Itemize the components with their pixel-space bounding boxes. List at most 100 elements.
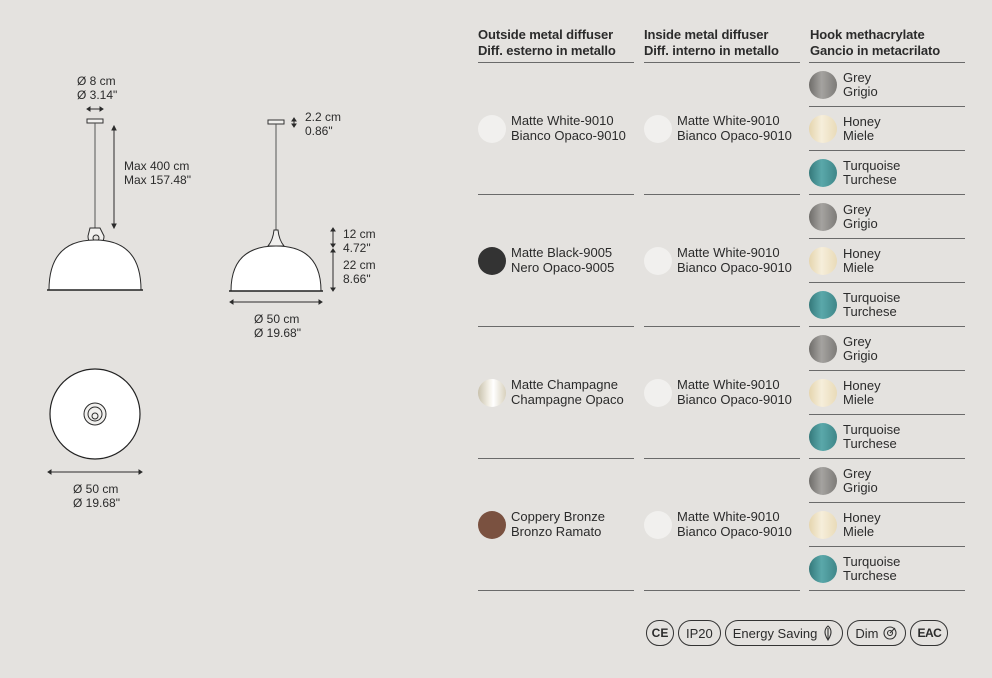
- eac-mark: EAC: [910, 620, 949, 646]
- finish-name-en: Matte White-9010: [677, 245, 780, 260]
- finish-name-en: Turquoise: [843, 553, 901, 569]
- finish-name-en: Honey: [843, 113, 881, 129]
- color-swatch: [478, 114, 506, 143]
- inside-finish: Matte White-9010 Bianco Opaco-9010: [644, 113, 792, 143]
- finish-name-en: Coppery Bronze: [511, 509, 605, 524]
- color-swatch: [809, 71, 837, 99]
- finish-label: Turquoise Turchese: [843, 553, 901, 584]
- eac-mark-label: EAC: [917, 626, 942, 640]
- dome-height-label: 22 cm 8.66": [343, 258, 376, 286]
- header-hook: Hook methacrylate Gancio in metacrilato: [810, 27, 941, 58]
- color-swatch: [644, 510, 672, 539]
- finish-label: Honey Miele: [843, 245, 881, 276]
- finish-name-it: Turchese: [843, 568, 897, 583]
- finish-label: Matte Black-9005 Nero Opaco-9005: [511, 245, 615, 275]
- color-swatch: [809, 115, 837, 143]
- side-view-lamp: [229, 119, 323, 292]
- finish-name-en: Matte White-9010: [677, 377, 780, 392]
- certification-icons: CE IP20 Energy Saving Dim EAC: [646, 620, 949, 646]
- finish-label: Grey Grigio: [843, 333, 878, 364]
- finish-name-en: Turquoise: [843, 289, 901, 305]
- finish-label: Turquoise Turchese: [843, 157, 901, 188]
- finish-name-it: Miele: [843, 128, 875, 143]
- dim-badge: Dim: [847, 620, 907, 646]
- leaf-icon: [824, 625, 832, 641]
- finish-label: Matte White-9010 Bianco Opaco-9010: [677, 113, 792, 143]
- hook-finish: Turquoise Turchese: [809, 283, 965, 327]
- color-swatch: [644, 114, 672, 143]
- finish-label: Honey Miele: [843, 509, 881, 540]
- finish-label: Turquoise Turchese: [843, 422, 900, 452]
- finish-name-it: Bianco Opaco-9010: [511, 127, 626, 143]
- header-divider: [478, 62, 634, 63]
- finish-name-en: Grey: [843, 465, 872, 481]
- color-swatch: [809, 379, 837, 407]
- finish-name-it: Bianco Opaco-9010: [677, 391, 792, 407]
- finish-label: Matte White-9010 Bianco Opaco-9010: [677, 377, 792, 407]
- finish-label: Matte White-9010 Bianco Opaco-9010: [511, 113, 626, 143]
- row-divider: [478, 326, 634, 327]
- neck-height-label: 12 cm 4.72": [343, 227, 376, 255]
- finish-label: Grey Grigio: [843, 69, 878, 100]
- hook-finish: Honey Miele: [809, 371, 965, 415]
- finish-name-en: Grey: [843, 333, 872, 349]
- front-view-lamp: [47, 118, 143, 291]
- energy-saving-label: Energy Saving: [732, 625, 818, 641]
- finish-name-it: Grigio: [843, 348, 878, 363]
- hook-finish: Turquoise Turchese: [809, 547, 965, 591]
- finish-name-it: Turchese: [843, 304, 897, 319]
- top-diameter-label: Ø 50 cm Ø 19.68": [73, 482, 120, 510]
- outside-finish: Coppery Bronze Bronzo Ramato: [478, 509, 605, 539]
- finish-name-en: Grey: [843, 69, 872, 85]
- finish-name-en: Honey: [843, 509, 881, 525]
- header-outside-diffuser: Outside metal diffuser Diff. esterno in m…: [478, 27, 616, 58]
- finish-name-it: Nero Opaco-9005: [511, 259, 615, 275]
- hook-finish: Honey Miele: [809, 239, 965, 283]
- row-divider: [644, 590, 800, 591]
- hook-finish: Grey Grigio: [809, 327, 965, 371]
- row-divider: [478, 194, 634, 195]
- finish-name-it: Miele: [843, 392, 875, 407]
- energy-saving-badge: Energy Saving: [724, 620, 844, 646]
- finish-name-en: Grey: [843, 201, 872, 217]
- color-swatch: [809, 467, 837, 495]
- finish-name-it: Turchese: [843, 172, 897, 187]
- row-divider: [478, 590, 634, 591]
- finish-name-en: Turquoise: [843, 157, 901, 173]
- finish-name-en: Matte Black-9005: [511, 245, 613, 260]
- finish-name-it: Grigio: [843, 480, 878, 495]
- color-swatch: [478, 378, 506, 407]
- finish-name-en: Honey: [843, 245, 881, 261]
- finish-name-it: Bianco Opaco-9010: [677, 127, 792, 143]
- finish-name-en: Matte White-9010: [511, 113, 614, 128]
- lamp-drawing-svg: [47, 106, 336, 475]
- color-swatch: [809, 203, 837, 231]
- color-swatch: [809, 291, 837, 319]
- canopy-height-label: 2.2 cm 0.86": [305, 110, 342, 138]
- ce-mark-label: CE: [651, 626, 669, 640]
- finish-name-it: Turchese: [843, 436, 897, 451]
- hook-finish: Honey Miele: [809, 503, 965, 547]
- ip-rating-label: IP20: [686, 625, 713, 641]
- finish-name-it: Bianco Opaco-9010: [677, 523, 792, 539]
- hook-finish: Grey Grigio: [809, 459, 965, 503]
- hook-diameter-label: Ø 8 cm Ø 3.14": [77, 74, 118, 102]
- color-swatch: [478, 510, 506, 539]
- color-swatch: [809, 335, 837, 363]
- hook-finish: Honey Miele: [809, 107, 965, 151]
- row-divider: [644, 194, 800, 195]
- top-view-lamp: [49, 368, 141, 460]
- outside-finish: Matte Champagne Champagne Opaco: [478, 377, 624, 407]
- color-swatch: [809, 159, 837, 187]
- color-swatch: [809, 423, 837, 451]
- hook-finish: Grey Grigio: [809, 195, 965, 239]
- finish-name-en: Honey: [843, 377, 881, 393]
- header-inside-diffuser: Inside metal diffuser Diff. interno in me…: [644, 27, 779, 58]
- finish-name-it: Bianco Opaco-9010: [677, 259, 792, 275]
- finish-name-it: Bronzo Ramato: [511, 523, 602, 539]
- finish-name-it: Miele: [843, 524, 875, 539]
- finish-label: Honey Miele: [843, 377, 881, 408]
- color-swatch: [809, 247, 837, 275]
- header-divider: [644, 62, 800, 63]
- technical-drawings: Ø 8 cm Ø 3.14" Max 400 cm Max 157.48" 2.…: [0, 0, 470, 673]
